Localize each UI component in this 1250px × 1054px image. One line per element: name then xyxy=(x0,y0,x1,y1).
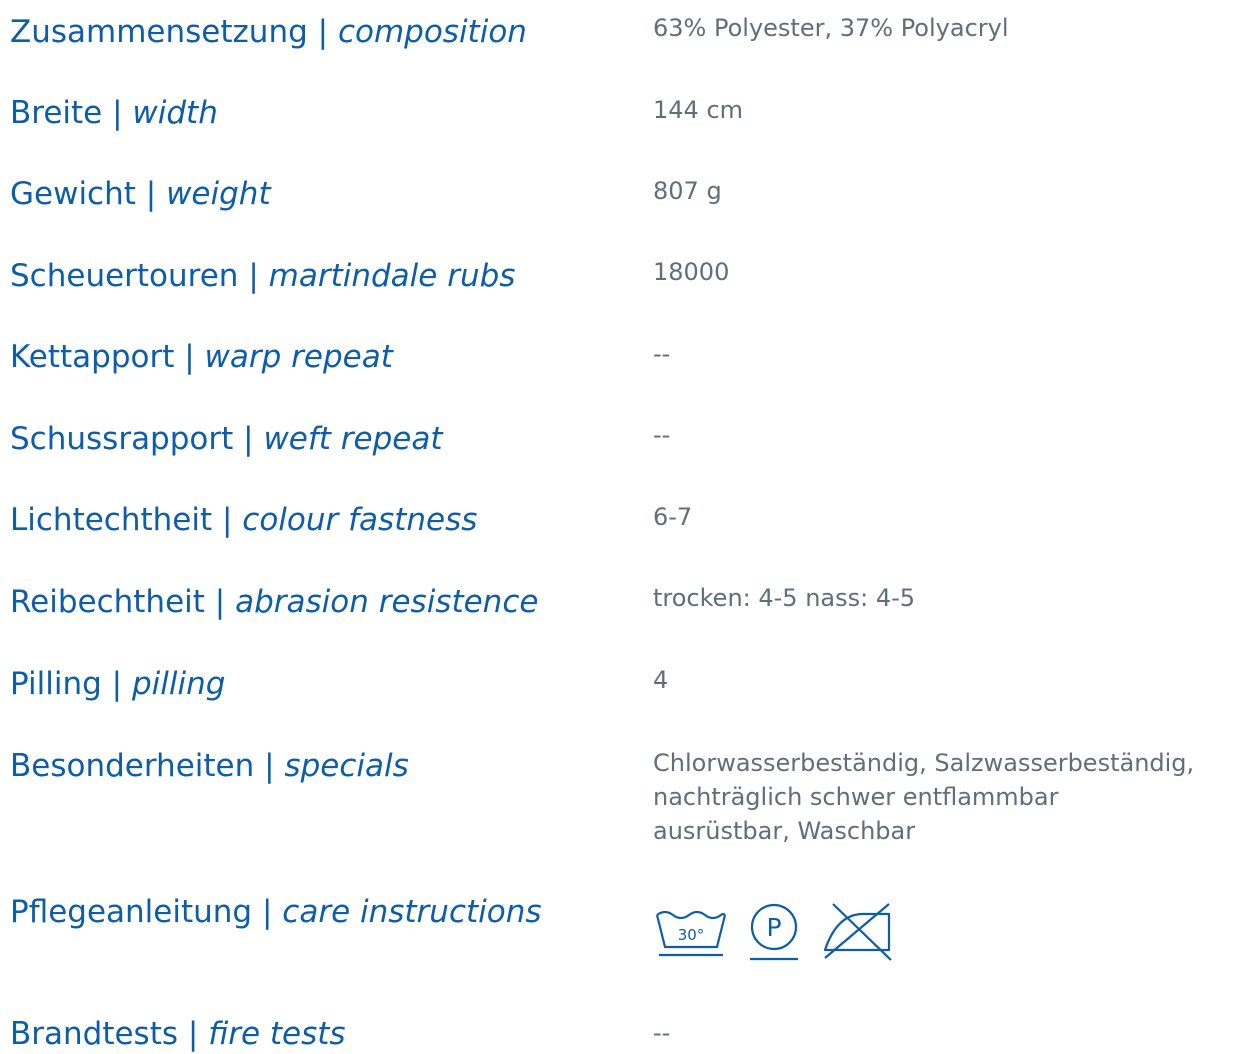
label-de: Scheuertouren xyxy=(10,258,239,294)
label-separator: | xyxy=(212,502,243,538)
colour-fastness-label: Lichtechtheit | colour fastness xyxy=(10,500,477,540)
fabric-spec-sheet: Zusammensetzung | composition 63% Polyes… xyxy=(0,0,1250,1054)
label-en: pilling xyxy=(131,666,226,702)
specials-value-line-3: ausrüstbar, Waschbar xyxy=(653,817,916,845)
label-en: martindale rubs xyxy=(268,258,516,294)
warp-repeat-value: -- xyxy=(653,340,671,368)
label-separator: | xyxy=(307,14,338,50)
label-en: colour fastness xyxy=(242,502,478,538)
abrasion-value: trocken: 4-5 nass: 4-5 xyxy=(653,584,916,612)
label-de: Gewicht xyxy=(10,176,136,212)
width-value: 144 cm xyxy=(653,96,744,124)
warp-repeat-label: Kettapport | warp repeat xyxy=(10,337,393,377)
specials-label: Besonderheiten | specials xyxy=(10,746,409,786)
dry-clean-letter: P xyxy=(766,913,781,942)
label-separator: | xyxy=(178,1016,209,1052)
label-en: specials xyxy=(284,748,409,784)
martindale-value: 18000 xyxy=(653,258,730,286)
pilling-label: Pilling | pilling xyxy=(10,664,225,704)
label-de: Lichtechtheit xyxy=(10,502,213,538)
wash-30-icon: 30° xyxy=(655,910,727,957)
label-separator: | xyxy=(102,95,133,131)
label-separator: | xyxy=(233,421,264,457)
dry-clean-p-icon: P xyxy=(750,903,798,961)
label-separator: | xyxy=(135,176,167,212)
specials-value-line-1: Chlorwasserbeständig, Salzwasserbeständi… xyxy=(653,749,1195,777)
label-en: width xyxy=(132,95,218,131)
label-de: Pflegeanleitung xyxy=(10,894,253,930)
pilling-value: 4 xyxy=(653,666,669,694)
care-icons: 30° P xyxy=(653,900,897,962)
label-de: Breite xyxy=(10,95,103,131)
label-en: fire tests xyxy=(208,1016,346,1052)
do-not-iron-icon xyxy=(823,903,892,961)
width-label: Breite | width xyxy=(10,93,218,133)
label-separator: | xyxy=(254,748,285,784)
label-de: Schussrapport xyxy=(10,421,234,457)
label-separator: | xyxy=(238,258,269,294)
label-de: Besonderheiten xyxy=(10,748,255,784)
composition-value: 63% Polyester, 37% Polyacryl xyxy=(653,14,1009,42)
label-separator: | xyxy=(252,894,283,930)
label-separator: | xyxy=(174,339,205,375)
label-de: Kettapport xyxy=(10,339,175,375)
label-de: Brandtests xyxy=(10,1016,179,1052)
label-en: abrasion resistence xyxy=(235,584,539,620)
label-de: Reibechtheit xyxy=(10,584,205,620)
label-de: Pilling xyxy=(10,666,102,702)
wash-temp-text: 30° xyxy=(678,926,705,944)
weight-label: Gewicht | weight xyxy=(10,174,271,214)
label-separator: | xyxy=(101,666,132,702)
label-en: weight xyxy=(166,176,271,212)
label-en: composition xyxy=(337,14,527,50)
weft-repeat-label: Schussrapport | weft repeat xyxy=(10,419,443,459)
label-en: care instructions xyxy=(282,894,542,930)
fire-tests-label: Brandtests | fire tests xyxy=(10,1014,346,1054)
label-separator: | xyxy=(204,584,236,620)
specials-value-line-2: nachträglich schwer entflammbar xyxy=(653,783,1059,811)
weft-repeat-value: -- xyxy=(653,421,671,449)
label-de: Zusammensetzung xyxy=(10,14,308,50)
fire-tests-value: -- xyxy=(653,1019,671,1047)
abrasion-label: Reibechtheit | abrasion resistence xyxy=(10,582,538,622)
colour-fastness-value: 6-7 xyxy=(653,503,693,531)
composition-label: Zusammensetzung | composition xyxy=(10,12,527,52)
label-en: warp repeat xyxy=(204,339,393,375)
label-en: weft repeat xyxy=(263,421,443,457)
care-instructions-label: Pflegeanleitung | care instructions xyxy=(10,892,542,932)
weight-value: 807 g xyxy=(653,177,722,205)
martindale-label: Scheuertouren | martindale rubs xyxy=(10,256,515,296)
